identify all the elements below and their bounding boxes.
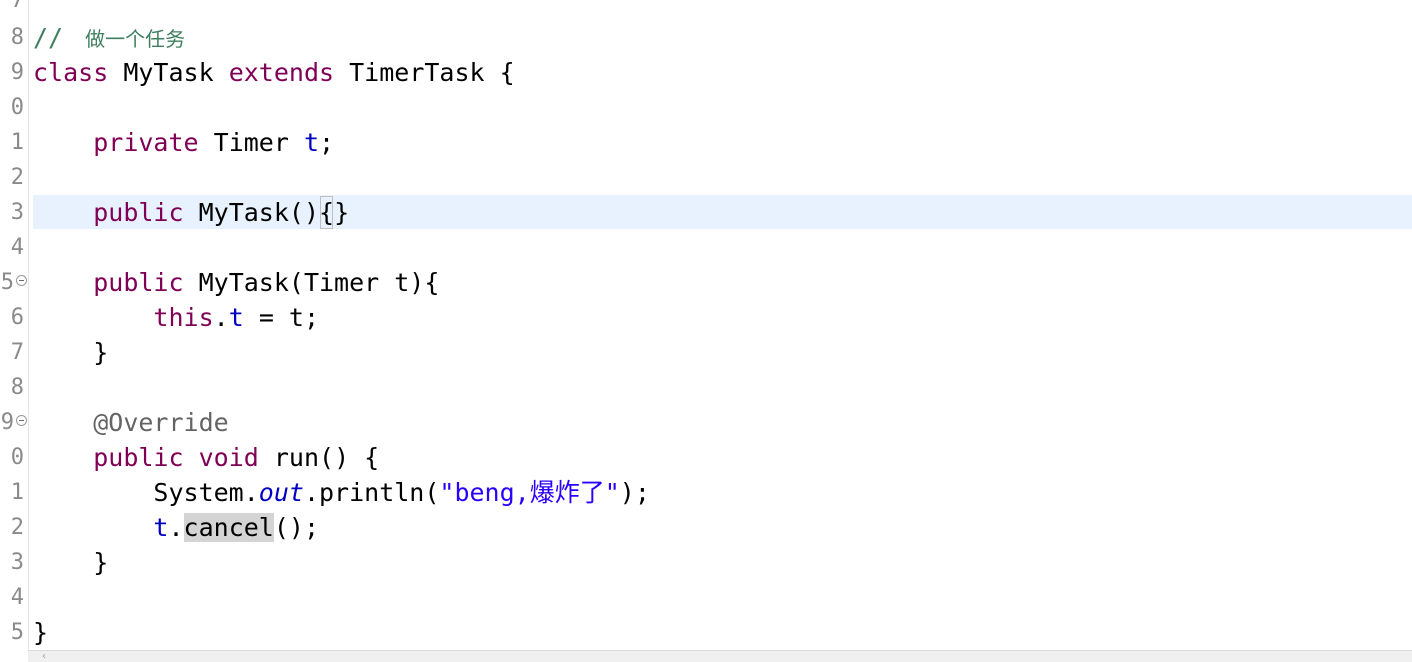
method-signature: run() {: [273, 443, 380, 472]
code-line-println[interactable]: System.out.println("beng,爆炸了");: [33, 475, 650, 510]
fold-collapse-icon[interactable]: [16, 415, 27, 426]
close-brace: }: [33, 618, 49, 647]
code-line-close-brace[interactable]: }: [33, 545, 108, 580]
field-t: t: [228, 303, 244, 332]
comment-slashes: //: [33, 23, 64, 52]
fold-collapse-icon[interactable]: [16, 275, 27, 286]
keyword-private: private: [93, 128, 199, 157]
keyword-extends: extends: [228, 58, 335, 87]
line-number: 5: [10, 620, 24, 645]
constructor-name: MyTask: [198, 198, 289, 227]
matching-bracket-open: {: [319, 195, 334, 230]
code-line-comment[interactable]: // 做一个任务: [33, 20, 185, 55]
code-line-cancel[interactable]: t.cancel();: [33, 510, 319, 545]
println-close: );: [619, 478, 650, 507]
string-literal: "beng,爆炸了": [439, 478, 620, 507]
line-number: 8: [10, 375, 24, 400]
line-number: 3: [10, 200, 24, 225]
line-number: 5: [0, 270, 14, 295]
code-line-assignment[interactable]: this.t = t;: [33, 300, 319, 335]
comment-text: 做一个任务: [85, 27, 186, 51]
keyword-void: void: [198, 443, 259, 472]
line-number: 0: [10, 445, 24, 470]
dot: .: [168, 513, 184, 542]
assignment-rest: = t;: [243, 303, 320, 332]
static-field-out: out: [258, 478, 304, 507]
line-number: 2: [10, 165, 24, 190]
close-brace: }: [93, 338, 109, 367]
dot: .: [213, 303, 229, 332]
code-line-class-close-brace[interactable]: }: [33, 615, 48, 650]
line-number-gutter: 7 8 9 0 1 2 3 4 5 6 7 8 9 0 1 2 3 4 5: [0, 0, 29, 650]
println-call: .println(: [303, 478, 440, 507]
call-end: ();: [273, 513, 320, 542]
bracket-close: }: [334, 198, 350, 227]
code-line-close-brace[interactable]: }: [33, 335, 108, 370]
code-line-default-constructor[interactable]: public MyTask(){}: [33, 195, 349, 230]
code-line-run-method[interactable]: public void run() {: [33, 440, 379, 475]
keyword-this: this: [153, 303, 214, 332]
line-number: 9: [0, 410, 14, 435]
code-line-field[interactable]: private Timer t;: [33, 125, 334, 160]
occurrence-cancel: cancel: [183, 513, 274, 542]
line-number: 4: [10, 585, 24, 610]
line-number: 4: [10, 235, 24, 260]
line-number: 3: [10, 550, 24, 575]
system-class: System.: [153, 478, 259, 507]
code-line-class-declaration[interactable]: class MyTask extends TimerTask {: [33, 55, 515, 90]
line-number: 2: [10, 515, 24, 540]
annotation-override: @Override: [93, 408, 229, 437]
line-number: 7: [10, 340, 24, 365]
keyword-public: public: [93, 198, 184, 227]
line-number: 9: [10, 60, 24, 85]
constructor-signature: MyTask(Timer t){: [198, 268, 440, 297]
semicolon: ;: [319, 128, 335, 157]
empty-parens: (): [288, 198, 320, 227]
code-editor[interactable]: 7 8 9 0 1 2 3 4 5 6 7 8 9 0 1 2 3 4 5 //…: [0, 0, 1412, 662]
horizontal-scrollbar[interactable]: ‹: [28, 650, 1412, 662]
field-t: t: [153, 513, 169, 542]
line-number: 1: [10, 480, 24, 505]
keyword-class: class: [33, 58, 109, 87]
open-brace: {: [499, 58, 515, 87]
line-number: 0: [10, 95, 24, 120]
code-line-constructor[interactable]: public MyTask(Timer t){: [33, 265, 439, 300]
close-brace: }: [93, 548, 109, 577]
keyword-public: public: [93, 268, 184, 297]
line-number: 1: [10, 130, 24, 155]
superclass-name: TimerTask: [349, 58, 485, 87]
keyword-public: public: [93, 443, 184, 472]
type-timer: Timer: [213, 128, 289, 157]
line-number: 8: [10, 25, 24, 50]
line-number: 6: [10, 305, 24, 330]
class-name: MyTask: [123, 58, 214, 87]
scroll-left-arrow-icon[interactable]: ‹: [34, 651, 54, 662]
field-t: t: [303, 128, 320, 157]
line-number: 7: [10, 0, 24, 13]
code-line-annotation[interactable]: @Override: [33, 405, 229, 440]
